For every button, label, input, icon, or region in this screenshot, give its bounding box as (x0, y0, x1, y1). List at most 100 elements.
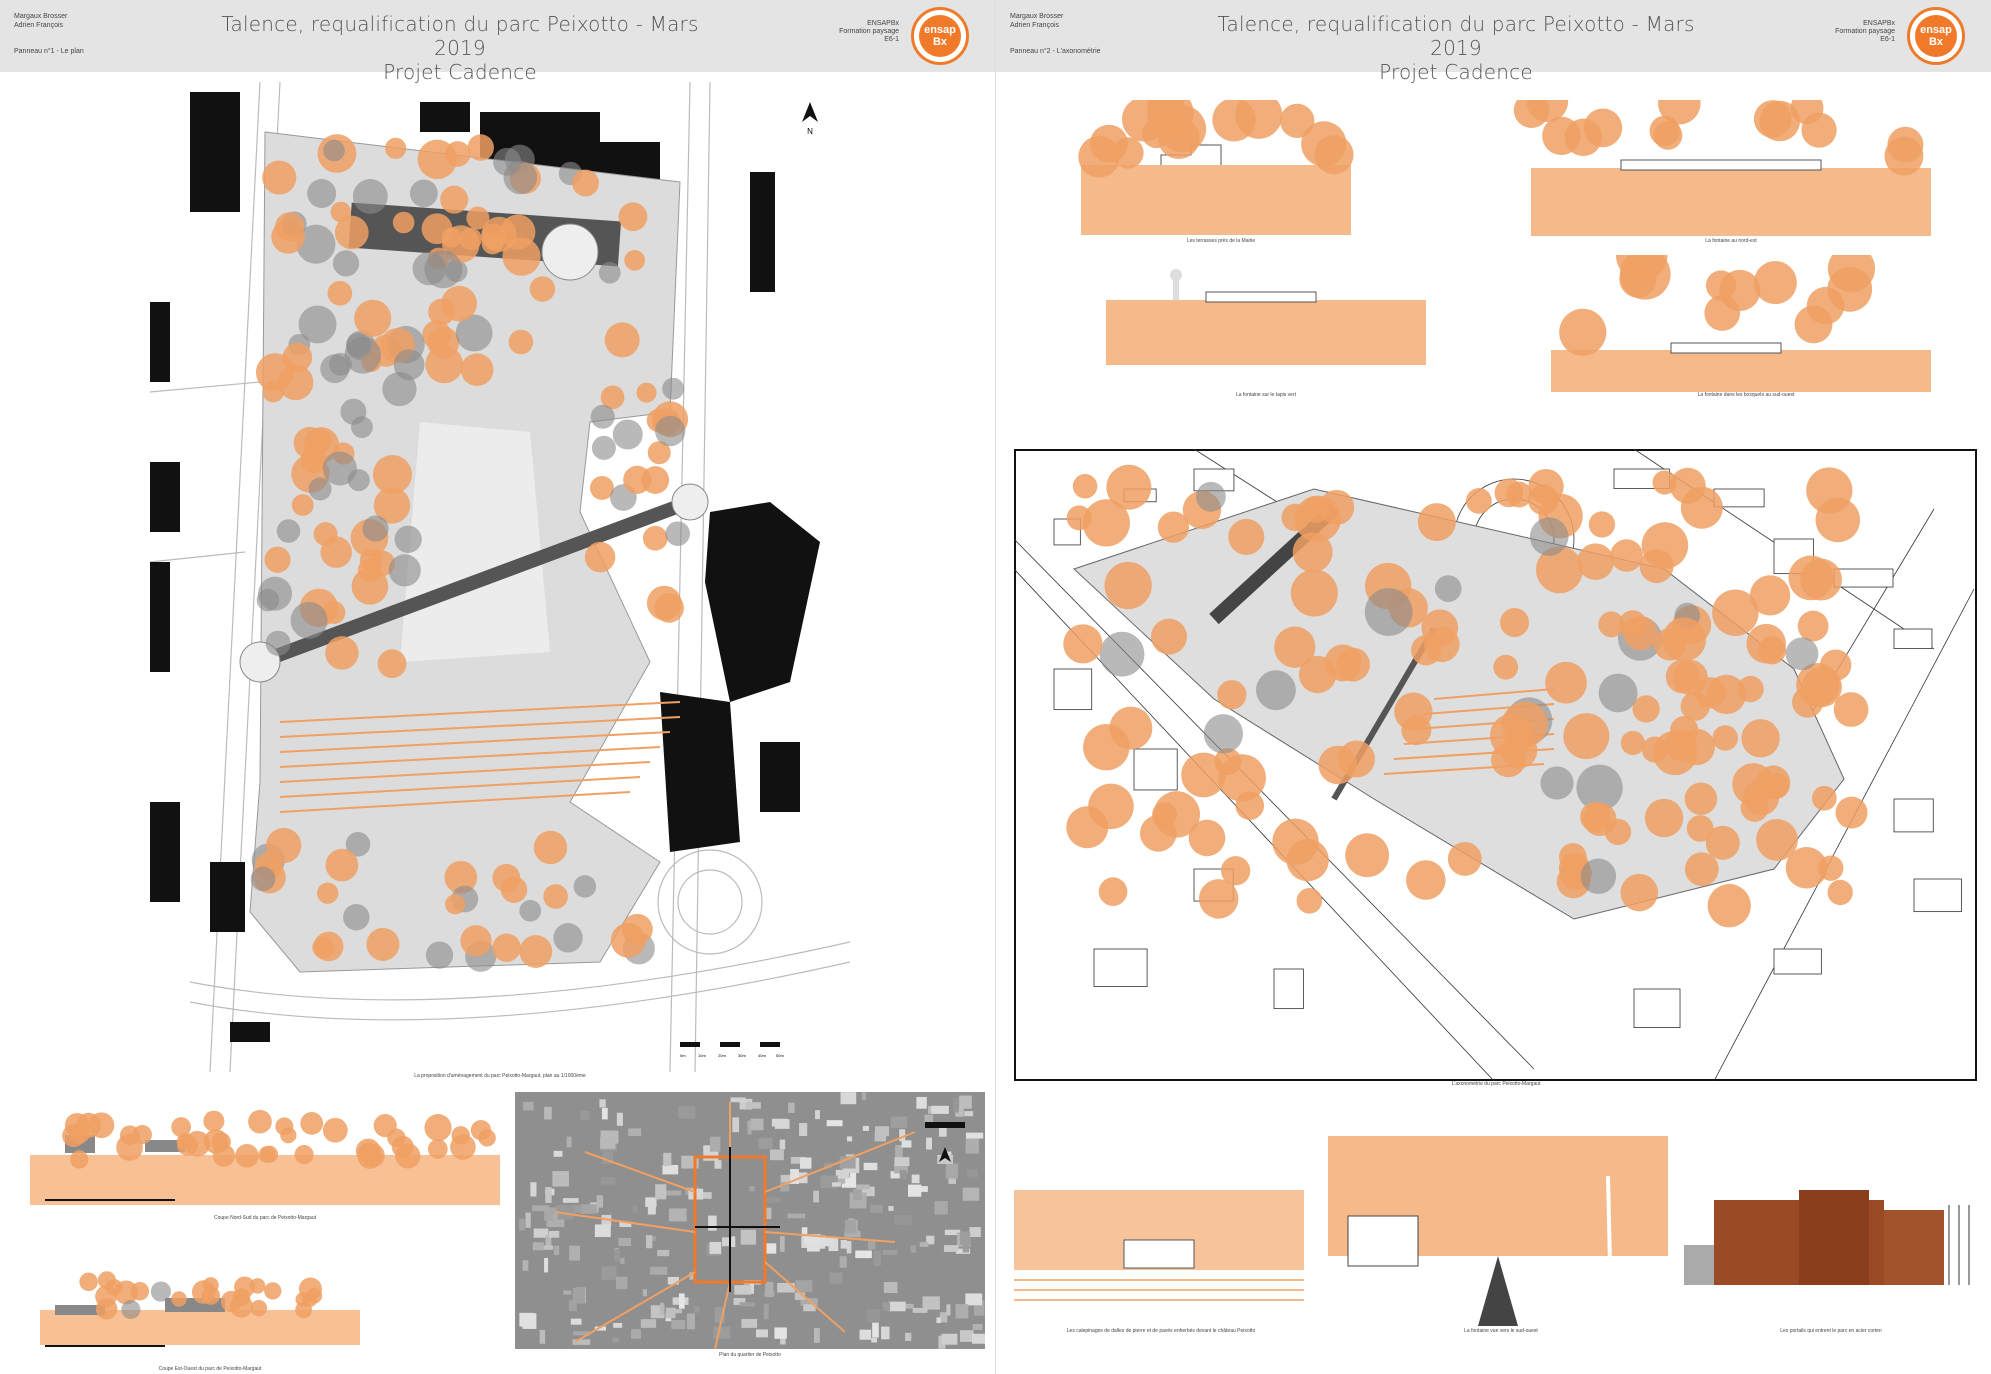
school-program: Formation paysage (839, 28, 899, 35)
city-block (946, 1304, 951, 1316)
tree-canopy (553, 923, 583, 953)
city-block (563, 1290, 572, 1295)
tree-canopy (1620, 730, 1646, 756)
tree-canopy (250, 866, 276, 892)
tree-canopy (508, 329, 534, 355)
city-block (544, 1106, 552, 1120)
tree-canopy (1620, 873, 1659, 912)
tree-canopy (1345, 833, 1390, 878)
city-block (952, 1097, 959, 1113)
tree-canopy (1256, 670, 1296, 711)
tree-canopy (203, 1110, 225, 1132)
ensap-logo: ensap Bx (911, 7, 969, 65)
city-block (663, 1152, 672, 1167)
bottom-caption-3: Les portails qui entrent le parc en acie… (1780, 1328, 1882, 1334)
tree-canopy (1577, 543, 1614, 580)
city-block (894, 1157, 910, 1167)
tree-canopy (598, 261, 621, 284)
tree-canopy (275, 1117, 294, 1136)
tree-canopy (409, 179, 438, 208)
city-block (730, 1097, 746, 1103)
tree-canopy (1072, 473, 1098, 499)
tree-canopy (646, 585, 682, 621)
school-class: E6-1 (884, 36, 899, 43)
tree-canopy (655, 415, 686, 447)
city-block (678, 1293, 685, 1309)
tree-canopy (591, 435, 616, 460)
tree-canopy (503, 160, 538, 195)
tree-canopy (1078, 135, 1120, 178)
tree-canopy (325, 848, 359, 882)
city-block (709, 1136, 721, 1152)
city-block (872, 1322, 879, 1338)
scale-label: 40m (758, 1053, 766, 1058)
city-block (600, 1137, 616, 1149)
tree-canopy (1066, 505, 1092, 531)
tree-canopy (171, 1291, 187, 1307)
tree-canopy (1421, 609, 1459, 647)
title-line-1: Talence, requalification du parc Peixott… (1217, 12, 1695, 60)
tree-canopy (372, 455, 412, 495)
tree-canopy (445, 894, 466, 915)
tree-canopy (1493, 654, 1519, 680)
city-block (642, 1289, 647, 1297)
tree-canopy (316, 882, 339, 904)
city-block (888, 1301, 906, 1312)
tree-canopy (1150, 618, 1187, 655)
tree-canopy (492, 933, 521, 962)
city-block (840, 1092, 857, 1105)
city-block (631, 1329, 641, 1339)
city-block (907, 1184, 922, 1197)
axonometry (1014, 449, 1977, 1081)
tree-canopy (256, 588, 280, 612)
tree-canopy (79, 1272, 98, 1292)
tree-canopy (573, 875, 597, 898)
tree-canopy (1559, 308, 1607, 356)
city-block (572, 1287, 585, 1304)
tree-canopy (250, 1299, 268, 1317)
author-1: Margaux Brosser (1010, 13, 1064, 20)
tree-canopy (132, 1124, 152, 1145)
logo-line-2: Bx (932, 36, 948, 48)
tree-canopy (533, 830, 568, 865)
city-block (662, 1164, 679, 1175)
city-block (813, 1328, 820, 1343)
tree-canopy (572, 169, 599, 197)
panel-axonometry: Margaux Brosser Adrien François Panneau … (996, 0, 1991, 1374)
tree-canopy (1540, 766, 1574, 800)
city-block (709, 1241, 722, 1254)
tree-canopy (1434, 575, 1462, 602)
tree-canopy (385, 137, 407, 159)
tree-canopy (366, 927, 400, 961)
city-block (601, 1266, 617, 1280)
city-block (632, 1205, 638, 1214)
city-block (941, 1333, 958, 1345)
tree-canopy (1641, 522, 1689, 569)
city-block (788, 1102, 795, 1113)
tree-canopy (492, 863, 521, 892)
tree-canopy (313, 522, 338, 546)
tree-canopy (1672, 659, 1708, 695)
tree-canopy (150, 1281, 171, 1302)
tree-canopy (1529, 517, 1569, 556)
city-block (655, 1184, 667, 1200)
city-block (665, 1307, 676, 1319)
tree-canopy (467, 134, 494, 161)
city-block (922, 1296, 940, 1310)
city-block (678, 1106, 696, 1119)
axo-building (1633, 988, 1681, 1028)
city-block (774, 1327, 787, 1339)
tree-canopy (393, 349, 425, 381)
tree-canopy (1198, 879, 1239, 919)
tree-canopy (1712, 589, 1759, 637)
title-line-2: Projet Cadence (383, 60, 537, 84)
tree-canopy (294, 1145, 314, 1165)
city-block (594, 1224, 611, 1238)
tree-canopy (1494, 478, 1524, 508)
tree-canopy (1743, 779, 1780, 816)
tree-canopy (1632, 695, 1660, 723)
tree-canopy (68, 1122, 90, 1144)
tree-canopy (1296, 888, 1323, 914)
tree-canopy (604, 322, 640, 358)
tree-canopy (1833, 692, 1869, 727)
